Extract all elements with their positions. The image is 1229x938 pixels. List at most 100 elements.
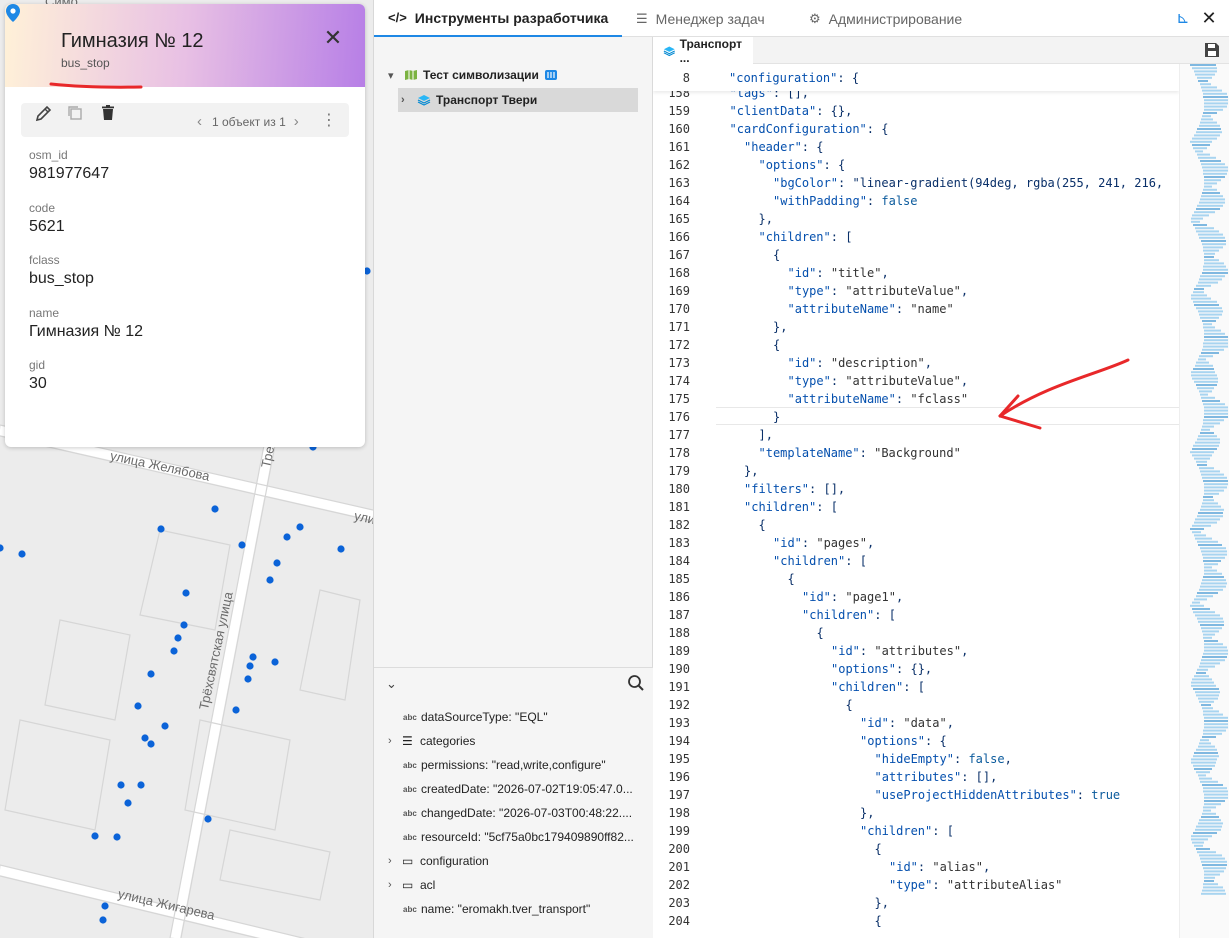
tab-task-manager[interactable]: ☰ Менеджер задач	[636, 0, 765, 37]
minimap-line	[1204, 182, 1217, 185]
card-description: bus_stop	[61, 56, 110, 70]
map-point[interactable]	[141, 734, 149, 742]
map-point[interactable]	[211, 505, 219, 513]
map-point[interactable]	[117, 781, 125, 789]
map-point[interactable]	[204, 815, 212, 823]
minimap-line	[1192, 841, 1204, 844]
map-point[interactable]	[137, 781, 145, 789]
map-point[interactable]	[91, 832, 99, 840]
text-type-icon: abc	[403, 904, 417, 914]
map-point[interactable]	[271, 658, 279, 666]
prop-row[interactable]: abc changedDate: "2026-07-03T00:48:22....	[388, 801, 648, 825]
prop-row[interactable]: › ☰ categories	[388, 729, 648, 753]
map-point[interactable]	[296, 523, 304, 531]
minimap-line	[1204, 563, 1218, 566]
prop-row[interactable]: › ▭ configuration	[388, 849, 648, 873]
chevron-right-icon[interactable]: ›	[388, 879, 402, 891]
more-vertical-icon[interactable]: ⋮	[321, 110, 337, 130]
chevron-down-icon[interactable]: ⌄	[386, 676, 397, 692]
prop-row[interactable]: abc permissions: "read,write,configure"	[388, 753, 648, 777]
code-area[interactable]: 158 "tags": [], 159 "clientData": {}, 160 "ca…	[653, 64, 1179, 938]
map-point[interactable]	[273, 559, 281, 567]
code-line: "children": [	[773, 554, 867, 568]
minimap-line	[1204, 796, 1228, 799]
chevron-down-icon[interactable]: ▾	[388, 69, 400, 82]
tab-devtools[interactable]: </> Инструменты разработчика	[374, 0, 623, 37]
tab-administration[interactable]: ⚙ Администрирование	[809, 0, 962, 37]
map-point[interactable]	[18, 550, 26, 558]
minimap-line	[1201, 195, 1223, 198]
editor-tab[interactable]: Транспорт ...	[653, 37, 753, 65]
map-point[interactable]	[170, 647, 178, 655]
minimap-line	[1203, 246, 1223, 249]
minimap-line	[1203, 867, 1226, 870]
prop-row[interactable]: › ▭ acl	[388, 873, 648, 897]
minimap-line	[1204, 409, 1228, 412]
search-icon[interactable]	[627, 674, 645, 692]
copy-icon[interactable]	[65, 103, 85, 123]
chevron-right-icon[interactable]: ›	[388, 735, 402, 747]
minimap-line	[1197, 438, 1220, 441]
minimap-line	[1204, 793, 1228, 796]
feature-card: Гимназия № 12 bus_stop ✕ ‹ 1 объект из 1…	[5, 4, 365, 447]
map-point[interactable]	[244, 675, 252, 683]
map-point[interactable]	[113, 833, 121, 841]
close-icon[interactable]: ✕	[323, 27, 343, 49]
tree-item-tver-transport[interactable]: › Транспорт Твери	[398, 88, 638, 112]
code-line: {	[845, 698, 853, 712]
line-number: 169	[668, 284, 690, 298]
delete-icon[interactable]	[98, 103, 118, 123]
minimap-line	[1198, 233, 1223, 236]
map-point[interactable]	[157, 525, 165, 533]
map-point[interactable]	[147, 740, 155, 748]
map-point[interactable]	[99, 916, 107, 924]
prop-row[interactable]: abc name: "eromakh.tver_transport"	[388, 897, 648, 921]
map-point[interactable]	[238, 541, 246, 549]
tree-item-test-symbolization[interactable]: ▾ Тест символизации	[388, 63, 557, 87]
line-number: 175	[668, 392, 690, 406]
save-icon[interactable]	[1204, 42, 1220, 58]
minimap-line	[1202, 243, 1226, 246]
chevron-left-icon[interactable]: ‹	[197, 113, 202, 130]
code-line: "id": "attributes",	[831, 644, 969, 658]
map-point[interactable]	[124, 799, 132, 807]
map-point[interactable]	[283, 533, 291, 541]
code-line: "children": [	[802, 608, 896, 622]
map-point[interactable]	[147, 670, 155, 678]
prop-text: configuration	[420, 854, 489, 868]
map-view[interactable]: улица Желябова Трёхсвятская улица улица …	[0, 0, 373, 938]
map-point[interactable]	[246, 662, 254, 670]
map-point[interactable]	[174, 634, 182, 642]
map-point[interactable]	[134, 702, 142, 710]
minimap-line	[1194, 768, 1212, 770]
map-point[interactable]	[266, 576, 274, 584]
map-point[interactable]	[232, 706, 240, 714]
minimap[interactable]	[1179, 64, 1229, 938]
minimap-line	[1203, 345, 1228, 348]
close-icon[interactable]: ✕	[1199, 8, 1219, 28]
minimap-line	[1191, 220, 1200, 223]
minimap-line	[1203, 576, 1224, 578]
chevron-right-icon[interactable]: ›	[401, 94, 413, 106]
map-point[interactable]	[180, 621, 188, 629]
minimap-canvas[interactable]	[1180, 64, 1229, 938]
prop-row[interactable]: abc dataSourceType: "EQL"	[388, 705, 648, 729]
map-point[interactable]	[249, 653, 257, 661]
prop-row[interactable]: abc createdDate: "2026-07-02T19:05:47.0..…	[388, 777, 648, 801]
map-point[interactable]	[0, 544, 4, 552]
minimap-line	[1193, 755, 1219, 758]
chevron-right-icon[interactable]: ›	[294, 113, 299, 130]
text-type-icon: abc	[403, 712, 417, 722]
map-point[interactable]	[161, 722, 169, 730]
code-line: },	[874, 896, 889, 910]
chevron-right-icon[interactable]: ›	[388, 855, 402, 867]
map-point[interactable]	[337, 545, 345, 553]
map-point[interactable]	[101, 902, 109, 910]
code-line: "options": {	[860, 734, 947, 748]
prop-row[interactable]: abc resourceId: "5cf75a0bc179409890ff82..…	[388, 825, 648, 849]
map-point[interactable]	[182, 589, 190, 597]
minimap-line	[1204, 339, 1228, 342]
code-editor: Транспорт ... 158 "tags": [], 159 "clientDa…	[653, 37, 1229, 938]
edit-icon[interactable]	[34, 103, 54, 123]
dock-icon[interactable]: ⊾	[1173, 8, 1193, 28]
